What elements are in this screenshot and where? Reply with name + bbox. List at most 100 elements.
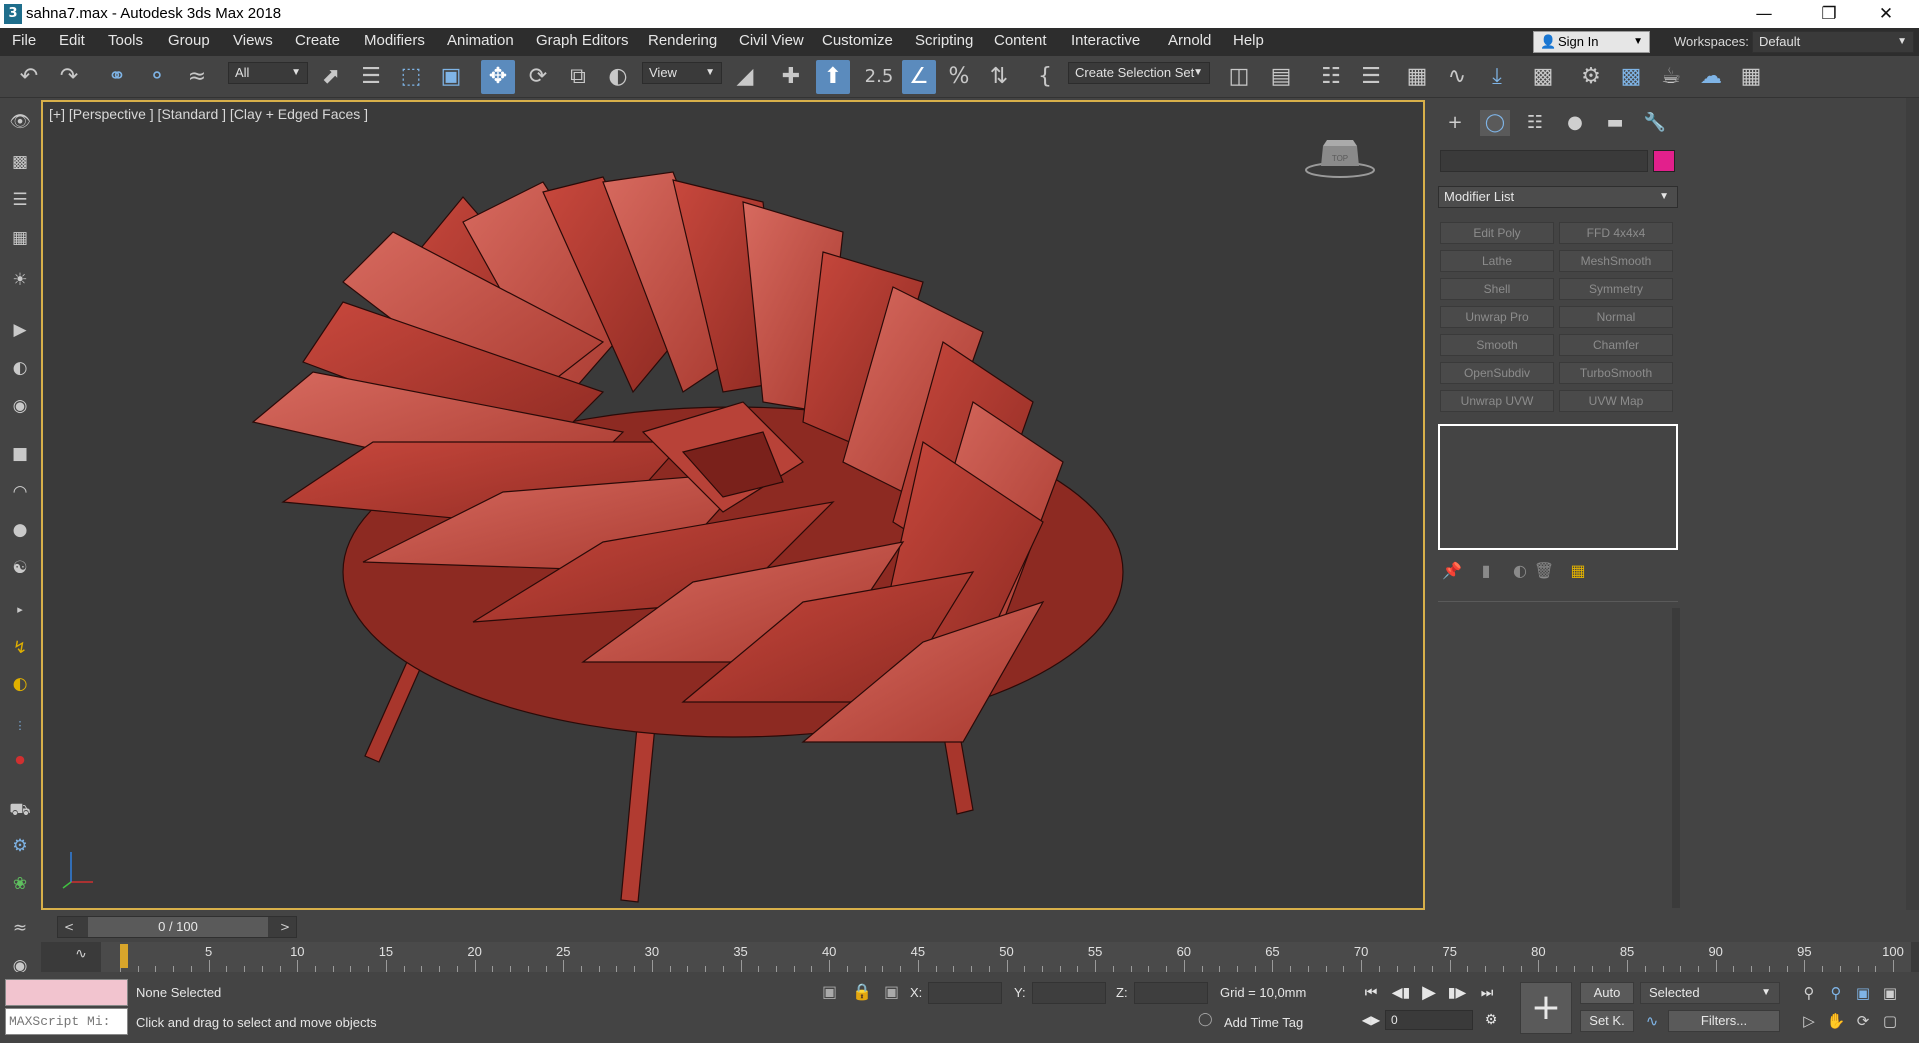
menu-create[interactable]: Create bbox=[295, 32, 340, 49]
auto-key-button[interactable]: Auto bbox=[1580, 982, 1634, 1004]
menu-content[interactable]: Content bbox=[994, 32, 1047, 49]
align-icon[interactable]: ▤ bbox=[1264, 60, 1298, 94]
modifier-unwrap-uvw-button[interactable]: Unwrap UVW bbox=[1440, 390, 1554, 412]
small-arrow-icon[interactable]: ▸ bbox=[8, 598, 32, 622]
rendered-frame-window-icon[interactable]: ▩ bbox=[1614, 60, 1648, 94]
a360-gallery-icon[interactable]: ▦ bbox=[1734, 60, 1768, 94]
next-frame-icon[interactable]: ▮▶ bbox=[1446, 983, 1468, 1003]
configure-modifier-sets-icon[interactable]: ▦ bbox=[1566, 560, 1590, 582]
menu-civil-view[interactable]: Civil View bbox=[739, 32, 804, 49]
link-icon[interactable]: ⚭ bbox=[100, 60, 134, 94]
red-dot-icon[interactable]: ● bbox=[8, 748, 32, 772]
curve-editor-icon[interactable]: ∿ bbox=[1440, 60, 1474, 94]
bind-space-warp-icon[interactable]: ≈ bbox=[180, 60, 214, 94]
set-key-button[interactable]: Set K. bbox=[1580, 1010, 1634, 1032]
previous-frame-icon[interactable]: ◀▮ bbox=[1390, 983, 1412, 1003]
edit-named-selection-icon[interactable]: { bbox=[1028, 60, 1062, 94]
plant-icon[interactable]: ❀ bbox=[8, 872, 32, 896]
show-end-result-icon[interactable]: ▮ bbox=[1474, 560, 1498, 582]
modifier-shell-button[interactable]: Shell bbox=[1440, 278, 1554, 300]
close-button[interactable]: ✕ bbox=[1863, 0, 1909, 28]
menu-edit[interactable]: Edit bbox=[59, 32, 85, 49]
object-name-field[interactable] bbox=[1440, 150, 1648, 172]
go-to-start-icon[interactable]: ⏮ bbox=[1360, 983, 1382, 1003]
bolt-icon[interactable]: ↯ bbox=[8, 636, 32, 660]
time-config-icon[interactable]: ⚙ bbox=[1480, 1010, 1502, 1030]
menu-modifiers[interactable]: Modifiers bbox=[364, 32, 425, 49]
menu-arnold[interactable]: Arnold bbox=[1168, 32, 1211, 49]
named-selection-dropdown[interactable]: Create Selection Set ▼ bbox=[1068, 62, 1210, 84]
y-coordinate-field[interactable] bbox=[1032, 982, 1106, 1004]
zoom-extents-all-icon[interactable]: ▣ bbox=[1878, 982, 1902, 1004]
pan-icon[interactable]: ✋ bbox=[1824, 1010, 1848, 1032]
render-cloud-icon[interactable]: ☁ bbox=[1694, 60, 1728, 94]
select-by-name-icon[interactable]: ☰ bbox=[354, 60, 388, 94]
modifier-ffd-button[interactable]: FFD 4x4x4 bbox=[1559, 222, 1673, 244]
menu-file[interactable]: File bbox=[12, 32, 36, 49]
track-bar-ruler[interactable]: 5 10 15 20 25 30 35 40 45 50 55 60 65 70 75 80 85 90 95 100 bbox=[101, 942, 1911, 972]
modifier-uvw-map-button[interactable]: UVW Map bbox=[1559, 390, 1673, 412]
z-coordinate-field[interactable] bbox=[1134, 982, 1208, 1004]
unlink-icon[interactable]: ⚬ bbox=[140, 60, 174, 94]
time-slider-bar[interactable]: < 0 / 100 > bbox=[57, 916, 297, 938]
select-and-scale-icon[interactable]: ⧉ bbox=[561, 60, 595, 94]
render-setup-icon[interactable]: ⚙ bbox=[1574, 60, 1608, 94]
half-sphere-icon[interactable]: ◠ bbox=[8, 480, 32, 504]
spinner-snap-icon[interactable]: ⇅ bbox=[982, 60, 1016, 94]
menu-customize[interactable]: Customize bbox=[822, 32, 893, 49]
spacewarp-icon[interactable]: ◐ bbox=[8, 356, 32, 380]
time-next-button[interactable]: > bbox=[276, 917, 294, 937]
window-crossing-icon[interactable]: ▣ bbox=[434, 60, 468, 94]
reference-coordinate-dropdown[interactable]: View ▼ bbox=[642, 62, 722, 84]
select-and-move-icon[interactable]: ✥ bbox=[481, 60, 515, 94]
restore-button[interactable]: ❐ bbox=[1806, 0, 1852, 28]
field-of-view-icon[interactable]: ▷ bbox=[1797, 1010, 1821, 1032]
grid-icon[interactable]: ▦ bbox=[8, 226, 32, 250]
orbit-icon[interactable]: ⟳ bbox=[1851, 1010, 1875, 1032]
remove-modifier-icon[interactable]: 🗑 bbox=[1532, 560, 1556, 582]
menu-scripting[interactable]: Scripting bbox=[915, 32, 973, 49]
menu-help[interactable]: Help bbox=[1233, 32, 1264, 49]
ribbon-toggle-icon[interactable]: ▦ bbox=[1400, 60, 1434, 94]
modifier-unwrap-pro-button[interactable]: Unwrap Pro bbox=[1440, 306, 1554, 328]
current-frame-field[interactable]: 0 bbox=[1385, 1010, 1473, 1030]
hierarchy-tab-icon[interactable]: ☷ bbox=[1520, 110, 1550, 136]
percent-snap-icon[interactable]: % bbox=[942, 60, 976, 94]
redo-icon[interactable]: ↷ bbox=[52, 60, 86, 94]
make-unique-icon[interactable]: ◐ bbox=[1508, 560, 1532, 582]
menu-views[interactable]: Views bbox=[233, 32, 273, 49]
angle-snap-icon[interactable]: ∠ bbox=[902, 60, 936, 94]
key-tangent-icon[interactable]: ∿ bbox=[1640, 1010, 1664, 1032]
key-filters-button[interactable]: Filters... bbox=[1668, 1010, 1780, 1032]
current-frame-marker[interactable] bbox=[120, 944, 128, 968]
track-bar[interactable]: ∿ 5 10 15 20 25 30 35 40 45 50 55 60 65 70 75 80 85 90 95 1… bbox=[41, 942, 1919, 972]
play-icon[interactable]: ▶ bbox=[1418, 983, 1440, 1003]
zoom-icon[interactable]: ⚲ bbox=[1797, 982, 1821, 1004]
modifier-turbosmooth-button[interactable]: TurboSmooth bbox=[1559, 362, 1673, 384]
time-prev-button[interactable]: < bbox=[60, 917, 78, 937]
light-icon[interactable]: ☀ bbox=[8, 268, 32, 292]
workspace-dropdown[interactable]: Default ▼ bbox=[1752, 31, 1914, 53]
modifier-list-dropdown[interactable]: Modifier List ▼ bbox=[1438, 186, 1678, 208]
compass-icon[interactable]: ⛟ bbox=[8, 798, 32, 822]
mini-curve-editor-icon[interactable]: ∿ bbox=[69, 946, 93, 966]
undo-icon[interactable]: ↶ bbox=[12, 60, 46, 94]
key-mode-icon[interactable]: ◀▶ bbox=[1360, 1010, 1382, 1030]
dots-icon[interactable]: ⋮ bbox=[8, 714, 32, 738]
modifier-symmetry-button[interactable]: Symmetry bbox=[1559, 278, 1673, 300]
manipulate-icon[interactable]: ✚ bbox=[774, 60, 808, 94]
perspective-viewport[interactable]: [+] [Perspective ] [Standard ] [Clay + E… bbox=[41, 100, 1425, 910]
maxscript-output[interactable] bbox=[5, 979, 128, 1006]
moon-icon[interactable]: ◐ bbox=[8, 672, 32, 696]
gear-icon[interactable]: ⚙ bbox=[8, 834, 32, 858]
material-editor-icon[interactable]: ▩ bbox=[1526, 60, 1560, 94]
display-tab-icon[interactable]: ▬ bbox=[1600, 110, 1630, 136]
pin-stack-icon[interactable]: 📌 bbox=[1440, 560, 1464, 582]
menu-tools[interactable]: Tools bbox=[108, 32, 143, 49]
utilities-tab-icon[interactable]: 🔧 bbox=[1640, 110, 1670, 136]
scene-explorer-icon[interactable]: ☷ bbox=[1314, 60, 1348, 94]
time-slider-thumb[interactable]: 0 / 100 bbox=[88, 917, 268, 937]
modifier-chamfer-button[interactable]: Chamfer bbox=[1559, 334, 1673, 356]
mirror-icon[interactable]: ◫ bbox=[1222, 60, 1256, 94]
isolate-icon[interactable]: ▣ bbox=[822, 982, 837, 1001]
